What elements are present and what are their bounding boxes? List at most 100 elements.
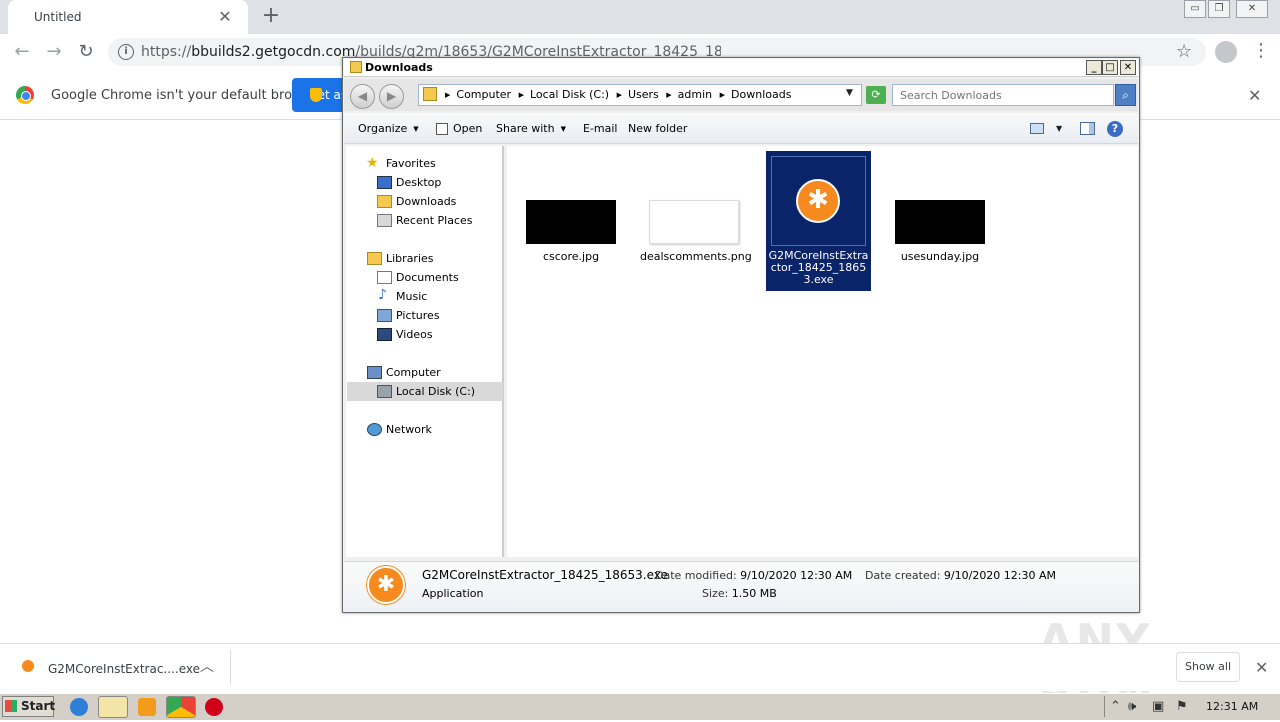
shelf-close-icon[interactable]: ✕ xyxy=(1255,658,1268,677)
media-player-icon[interactable] xyxy=(138,698,156,716)
file-name-cscore[interactable]: cscore.jpg xyxy=(521,250,621,263)
size-value: 1.50 MB xyxy=(731,587,777,600)
explorer-back-icon[interactable]: ◀ xyxy=(350,84,375,109)
tab-title: Untitled xyxy=(34,10,82,24)
url-scheme: https:// xyxy=(141,44,192,60)
crumb-downloads[interactable]: Downloads xyxy=(731,88,791,101)
organize-button[interactable]: Organize ▼ xyxy=(358,122,419,135)
crumb-computer[interactable]: Computer xyxy=(456,88,511,101)
forward-icon[interactable]: → xyxy=(42,42,66,64)
reload-icon[interactable]: ↻ xyxy=(74,42,98,64)
preview-pane-icon[interactable] xyxy=(1080,122,1095,135)
nav-music[interactable]: Music xyxy=(396,290,427,303)
file-name-usesunday[interactable]: usesunday.jpg xyxy=(890,250,990,263)
explorer-minimize-icon[interactable]: _ xyxy=(1086,60,1102,75)
clock[interactable]: 12:31 AM xyxy=(1206,700,1258,713)
size-label: Size: xyxy=(702,587,729,600)
flag-tray-icon[interactable]: ⚑ xyxy=(1176,699,1188,714)
shelf-divider xyxy=(230,650,231,684)
nav-desktop[interactable]: Desktop xyxy=(396,176,441,189)
plus-icon[interactable]: + xyxy=(260,5,282,28)
restore-icon[interactable]: ❐ xyxy=(1208,0,1230,18)
view-icon[interactable] xyxy=(1030,123,1044,134)
nav-local-disk[interactable]: Local Disk (C:) xyxy=(396,385,475,398)
share-with-label: Share with xyxy=(496,122,555,135)
created-label: Date created: xyxy=(865,569,941,582)
details-size: Size: 1.50 MB xyxy=(702,587,777,600)
infobar-close-icon[interactable]: ✕ xyxy=(1248,86,1261,105)
star-icon[interactable]: ☆ xyxy=(1176,41,1192,62)
avatar-icon[interactable] xyxy=(1215,41,1237,63)
chevron-up-icon[interactable]: ︿ xyxy=(200,656,214,676)
nav-computer[interactable]: Computer xyxy=(386,366,441,379)
stop-icon[interactable] xyxy=(205,698,223,716)
share-with-button[interactable]: Share with ▼ xyxy=(496,122,566,135)
nav-documents[interactable]: Documents xyxy=(396,271,459,284)
file-thumbnail-usesunday[interactable] xyxy=(895,200,985,244)
minimize-icon[interactable]: ▭ xyxy=(1184,0,1206,18)
open-button[interactable]: Open xyxy=(453,122,482,135)
explorer-title: Downloads xyxy=(365,61,433,74)
windows-flag-icon xyxy=(5,700,17,712)
nav-pictures[interactable]: Pictures xyxy=(396,309,440,322)
help-icon[interactable]: ? xyxy=(1107,121,1123,137)
show-all-button[interactable]: Show all xyxy=(1176,652,1240,682)
file-name-dealscomments[interactable]: dealscomments.png xyxy=(640,250,752,263)
documents-icon xyxy=(377,271,392,284)
music-icon: ♪ xyxy=(378,287,387,303)
download-item-name[interactable]: G2MCoreInstExtrac....exe xyxy=(48,662,200,676)
chrome-taskbar-icon[interactable] xyxy=(166,696,196,718)
star-favorites-icon: ★ xyxy=(366,155,379,171)
file-thumbnail-cscore[interactable] xyxy=(526,200,616,244)
chrome-logo xyxy=(16,86,34,104)
explorer-forward-icon[interactable]: ▶ xyxy=(379,84,404,109)
new-folder-button[interactable]: New folder xyxy=(628,122,687,135)
window-close-icon[interactable]: ✕ xyxy=(1236,0,1268,18)
explorer-taskbar-icon[interactable] xyxy=(98,696,128,718)
crumb-admin[interactable]: admin xyxy=(678,88,712,101)
nav-network[interactable]: Network xyxy=(386,423,432,436)
open-icon xyxy=(436,123,448,135)
network-tray-icon[interactable]: ▣ xyxy=(1152,699,1164,714)
search-input[interactable] xyxy=(892,84,1114,106)
modified-label: Date modified: xyxy=(655,569,737,582)
local-disk-icon xyxy=(377,385,392,398)
nav-favorites[interactable]: Favorites xyxy=(386,157,436,170)
tray-expand-icon[interactable]: ⌃ xyxy=(1110,699,1121,714)
ie-icon[interactable] xyxy=(70,698,88,716)
nav-videos[interactable]: Videos xyxy=(396,328,433,341)
crumb-users[interactable]: Users xyxy=(628,88,659,101)
nav-recent-places[interactable]: Recent Places xyxy=(396,214,473,227)
address-folder-icon xyxy=(423,87,437,101)
modified-value: 9/10/2020 12:30 AM xyxy=(740,569,853,582)
explorer-close-icon[interactable]: ✕ xyxy=(1120,60,1136,75)
search-icon[interactable]: ⌕ xyxy=(1115,84,1136,106)
close-icon[interactable]: ✕ xyxy=(216,8,234,26)
details-file-name: G2MCoreInstExtractor_18425_18653.exe xyxy=(422,568,668,582)
crumb-local-disk[interactable]: Local Disk (C:) xyxy=(530,88,609,101)
videos-icon xyxy=(377,328,392,341)
download-file-icon xyxy=(22,660,34,672)
libraries-icon xyxy=(367,252,382,265)
details-file-type: Application xyxy=(422,587,484,600)
nav-downloads[interactable]: Downloads xyxy=(396,195,456,208)
file-name-g2m[interactable]: G2MCoreInstExtractor_18425_18653.exe xyxy=(768,250,869,286)
details-created: Date created: 9/10/2020 12:30 AM xyxy=(865,569,1056,582)
explorer-maximize-icon[interactable]: □ xyxy=(1102,60,1118,75)
shield-icon xyxy=(310,88,322,102)
tray-divider xyxy=(1104,696,1105,717)
view-dropdown-icon[interactable]: ▼ xyxy=(1056,124,1062,133)
infobar-message: Google Chrome isn't your default browser xyxy=(51,88,323,103)
address-dropdown-icon[interactable]: ▼ xyxy=(846,88,853,98)
email-button[interactable]: E-mail xyxy=(583,122,618,135)
gotomeeting-large-icon: ✱ xyxy=(367,566,405,604)
explorer-titlebar[interactable] xyxy=(344,59,1138,77)
menu-icon[interactable]: ⋮ xyxy=(1252,40,1270,62)
refresh-icon[interactable]: ⟳ xyxy=(866,86,886,104)
info-icon[interactable]: i xyxy=(118,44,134,60)
back-icon[interactable]: ← xyxy=(10,42,34,64)
volume-icon[interactable]: 🕪 xyxy=(1128,699,1136,714)
start-label: Start xyxy=(21,699,56,713)
nav-libraries[interactable]: Libraries xyxy=(386,252,434,265)
file-thumbnail-dealscomments[interactable] xyxy=(649,200,739,244)
